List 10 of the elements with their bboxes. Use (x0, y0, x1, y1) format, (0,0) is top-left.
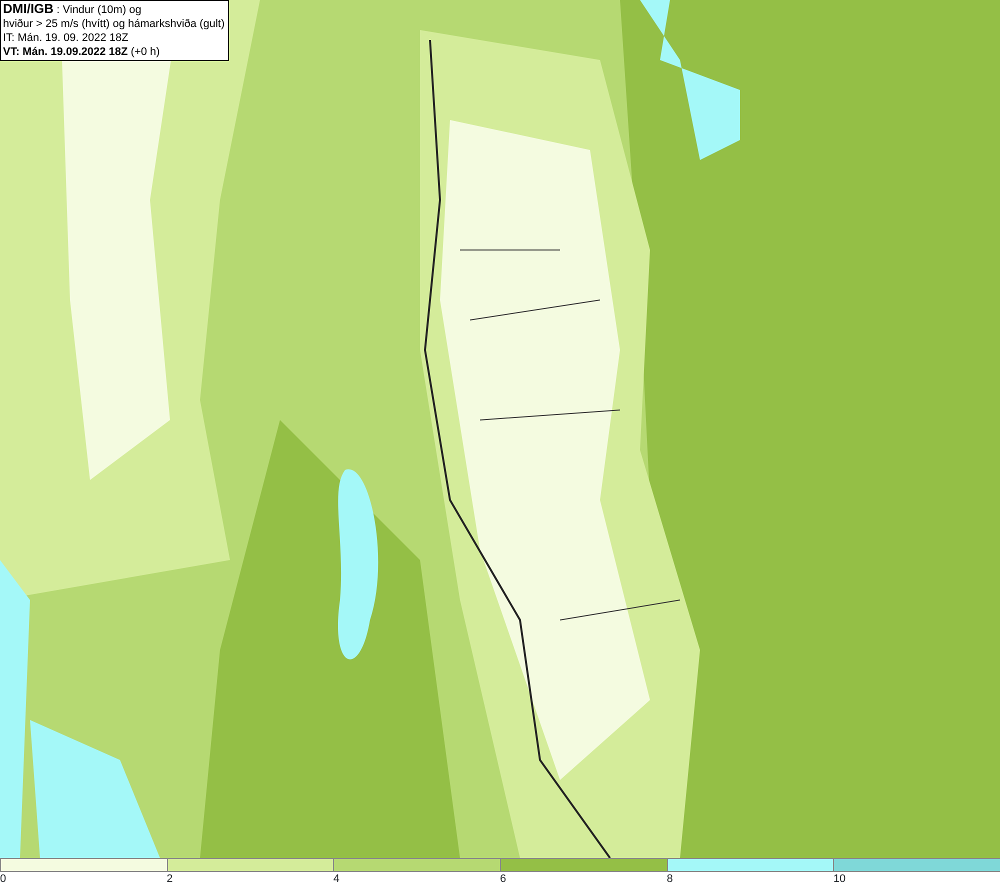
legend-label: 2 (166, 872, 173, 886)
legend-label: 8 (666, 872, 673, 886)
title-line: VT: Mán. 19.09.2022 18Z (+0 h) (3, 45, 161, 59)
legend-label: 4 (333, 872, 340, 886)
legend-label: 6 (500, 872, 506, 886)
title-line: hviður > 25 m/s (hvítt) og hámarkshviða (gult) (3, 17, 225, 31)
title-line: DMI/IGB : Vindur (10m) og (3, 2, 142, 17)
title-line: IT: Mán. 19. 09. 2022 18Z (3, 31, 130, 45)
legend-label: 10 (833, 872, 846, 886)
legend-label: 0 (0, 872, 6, 886)
